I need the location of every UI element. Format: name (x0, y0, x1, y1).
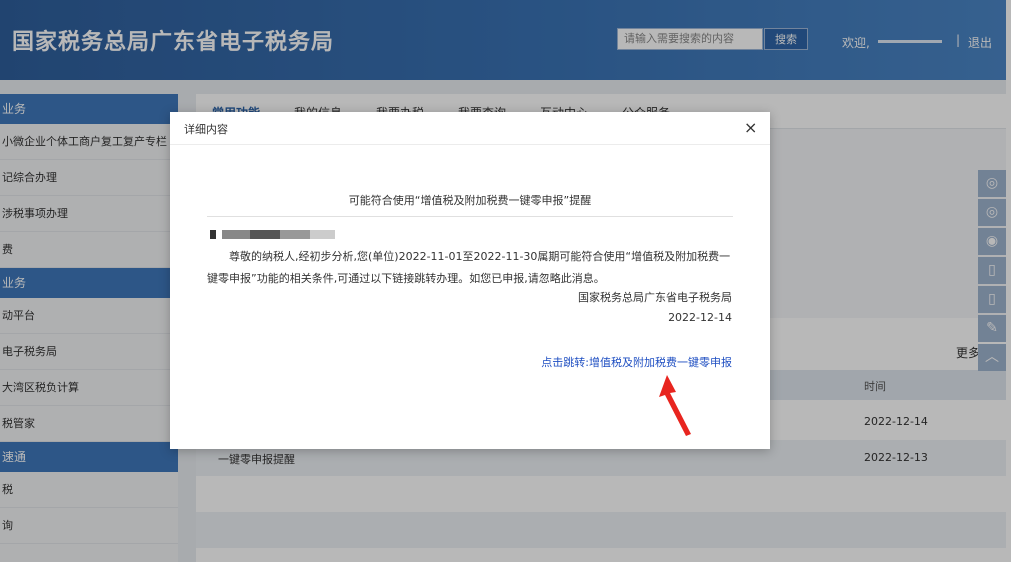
red-arrow-annotation (659, 375, 691, 436)
notice-title: 可能符合使用“增值税及附加税费一键零申报”提醒 (348, 194, 592, 207)
jump-prefix[interactable]: 点击跳转: (541, 356, 589, 369)
taxpayer-name-redacted (210, 230, 335, 239)
notice-date: 2022-12-14 (668, 311, 732, 324)
notice-body: 尊敬的纳税人,经初步分析,您(单位)2022-11-01至2022-11-30属… (207, 250, 731, 285)
jump-link-text[interactable]: 增值税及附加税费一键零申报 (589, 356, 732, 369)
notice-signer: 国家税务总局广东省电子税务局 (578, 291, 732, 304)
divider (207, 216, 733, 217)
close-icon[interactable]: × (744, 118, 757, 137)
dialog-title: 详细内容 (184, 123, 228, 136)
dialog-header: 详细内容 × (170, 112, 770, 145)
zero-declaration-link[interactable]: 点击跳转:增值税及附加税费一键零申报 (541, 354, 732, 370)
